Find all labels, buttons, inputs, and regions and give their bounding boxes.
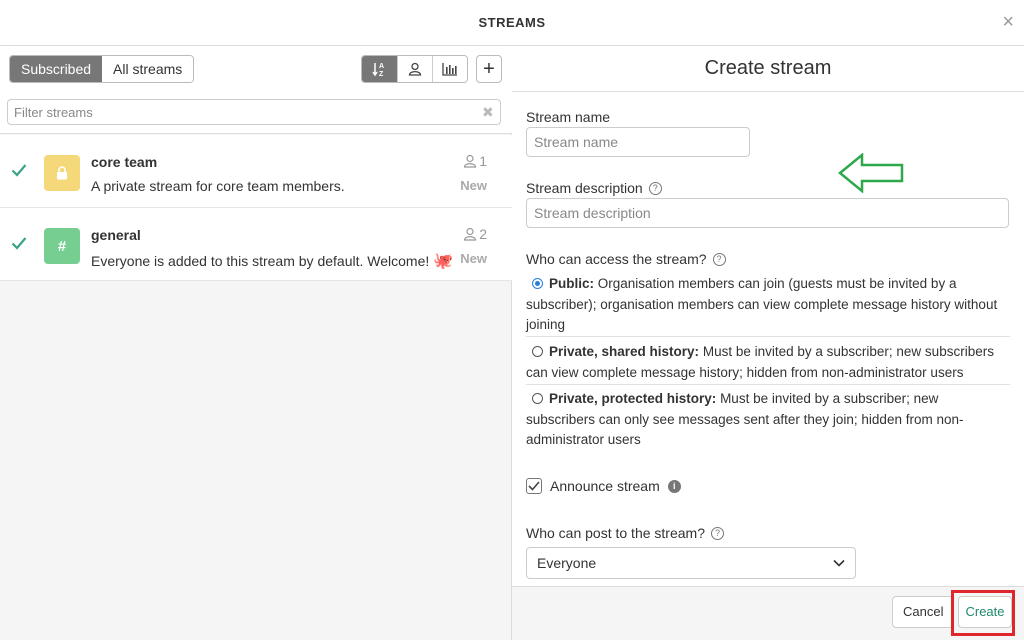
modal-footer: Cancel Create <box>512 586 1024 640</box>
sort-by-activity-button[interactable] <box>432 56 467 82</box>
option-title: Public: <box>549 276 595 291</box>
list-toolbar: Subscribed All streams A Z + <box>0 46 512 92</box>
announce-stream-row: Announce stream i <box>526 478 681 494</box>
option-text: Organisation members can join (guests mu… <box>526 276 998 332</box>
hash-icon: # <box>57 237 67 255</box>
tab-all-streams[interactable]: All streams <box>102 56 194 82</box>
svg-text:A: A <box>379 63 384 70</box>
access-label: Who can access the stream? ? <box>526 251 726 267</box>
octopus-emoji-icon: 🐙 <box>433 253 454 270</box>
subscribed-check-icon[interactable] <box>11 163 27 177</box>
stream-description: A private stream for core team members. <box>91 178 345 194</box>
post-permission-label: Who can post to the stream? ? <box>526 525 724 541</box>
question-icon[interactable]: ? <box>712 252 726 266</box>
radio-public[interactable] <box>532 278 543 289</box>
stream-name: general <box>91 227 141 243</box>
filter-bar: ✖ <box>0 92 512 134</box>
divider <box>526 384 1010 385</box>
create-stream-title: Create stream <box>512 46 1024 92</box>
radio-private-shared[interactable] <box>532 346 543 357</box>
radio-private-protected[interactable] <box>532 393 543 404</box>
modal-title: STREAMS <box>478 15 546 30</box>
stream-name: core team <box>91 154 158 170</box>
user-icon <box>464 154 477 168</box>
user-icon <box>464 227 477 241</box>
access-option-private-shared[interactable]: Private, shared history: Must be invited… <box>526 342 1010 383</box>
subscriber-count: 1 <box>463 153 487 169</box>
stream-name-label: Stream name <box>526 109 610 125</box>
tab-subscribed[interactable]: Subscribed <box>10 56 103 82</box>
cancel-button[interactable]: Cancel <box>892 596 955 628</box>
user-icon <box>408 62 422 76</box>
post-permission-select[interactable]: Everyone <box>526 547 856 579</box>
post-permission-value: Everyone <box>537 555 597 571</box>
stream-tabs: Subscribed All streams <box>9 55 195 83</box>
svg-text:Z: Z <box>379 71 384 77</box>
access-label-text: Who can access the stream? <box>526 251 707 267</box>
option-title: Private, protected history: <box>549 391 717 406</box>
stream-row-general[interactable]: # general Everyone is added to this stre… <box>0 208 512 281</box>
post-permission-label-text: Who can post to the stream? <box>526 525 705 541</box>
highlight-box-annotation <box>951 590 1015 636</box>
sort-by-subscribers-button[interactable] <box>397 56 432 82</box>
question-icon[interactable]: ? <box>648 181 662 195</box>
stream-description-text: A private stream for core team members. <box>91 178 345 194</box>
sort-toggle-group: A Z <box>361 55 468 83</box>
filter-streams-input[interactable] <box>7 99 501 125</box>
subscribed-check-icon[interactable] <box>11 236 27 250</box>
stream-color-swatch: # <box>44 228 80 264</box>
option-title: Private, shared history: <box>549 344 700 359</box>
stream-row-core-team[interactable]: core team A private stream for core team… <box>0 135 512 208</box>
checkmark-icon <box>528 481 540 491</box>
create-stream-panel: Create stream Stream name Stream descrip… <box>512 46 1024 640</box>
stream-description-label: Stream description ? <box>526 180 662 196</box>
stream-color-swatch <box>44 155 80 191</box>
stream-new-badge: New <box>460 251 487 266</box>
arrow-left-annotation-icon <box>838 153 904 193</box>
clear-filter-icon[interactable]: ✖ <box>482 104 494 121</box>
close-icon[interactable]: × <box>1002 12 1014 32</box>
subscriber-count: 2 <box>463 226 487 242</box>
divider <box>526 336 1010 337</box>
sort-alpha-icon: A Z <box>371 63 384 77</box>
access-option-private-protected[interactable]: Private, protected history: Must be invi… <box>526 389 1010 451</box>
stream-name-input[interactable] <box>526 127 750 157</box>
stream-description-input[interactable] <box>526 198 1009 228</box>
subscriber-count-value: 1 <box>479 153 487 169</box>
stream-name-label-text: Stream name <box>526 109 611 125</box>
bar-chart-icon <box>442 63 457 76</box>
subscriber-count-value: 2 <box>479 226 487 242</box>
announce-stream-label: Announce stream <box>550 478 660 494</box>
chevron-down-icon <box>833 559 845 567</box>
stream-description: Everyone is added to this stream by defa… <box>91 251 453 271</box>
announce-stream-checkbox[interactable] <box>526 478 542 494</box>
sort-by-name-button[interactable]: A Z <box>362 56 397 82</box>
streams-list-panel: Subscribed All streams A Z + Filter stre… <box>0 46 512 640</box>
lock-icon <box>57 166 67 180</box>
stream-description-label-text: Stream description <box>526 180 643 196</box>
question-icon[interactable]: ? <box>710 526 724 540</box>
info-icon[interactable]: i <box>667 479 681 493</box>
stream-new-badge: New <box>460 178 487 193</box>
add-stream-button[interactable]: + <box>476 55 502 83</box>
access-option-public[interactable]: Public: Organisation members can join (g… <box>526 274 1010 336</box>
modal-header: STREAMS × <box>0 0 1024 46</box>
stream-description-text: Everyone is added to this stream by defa… <box>91 253 430 269</box>
